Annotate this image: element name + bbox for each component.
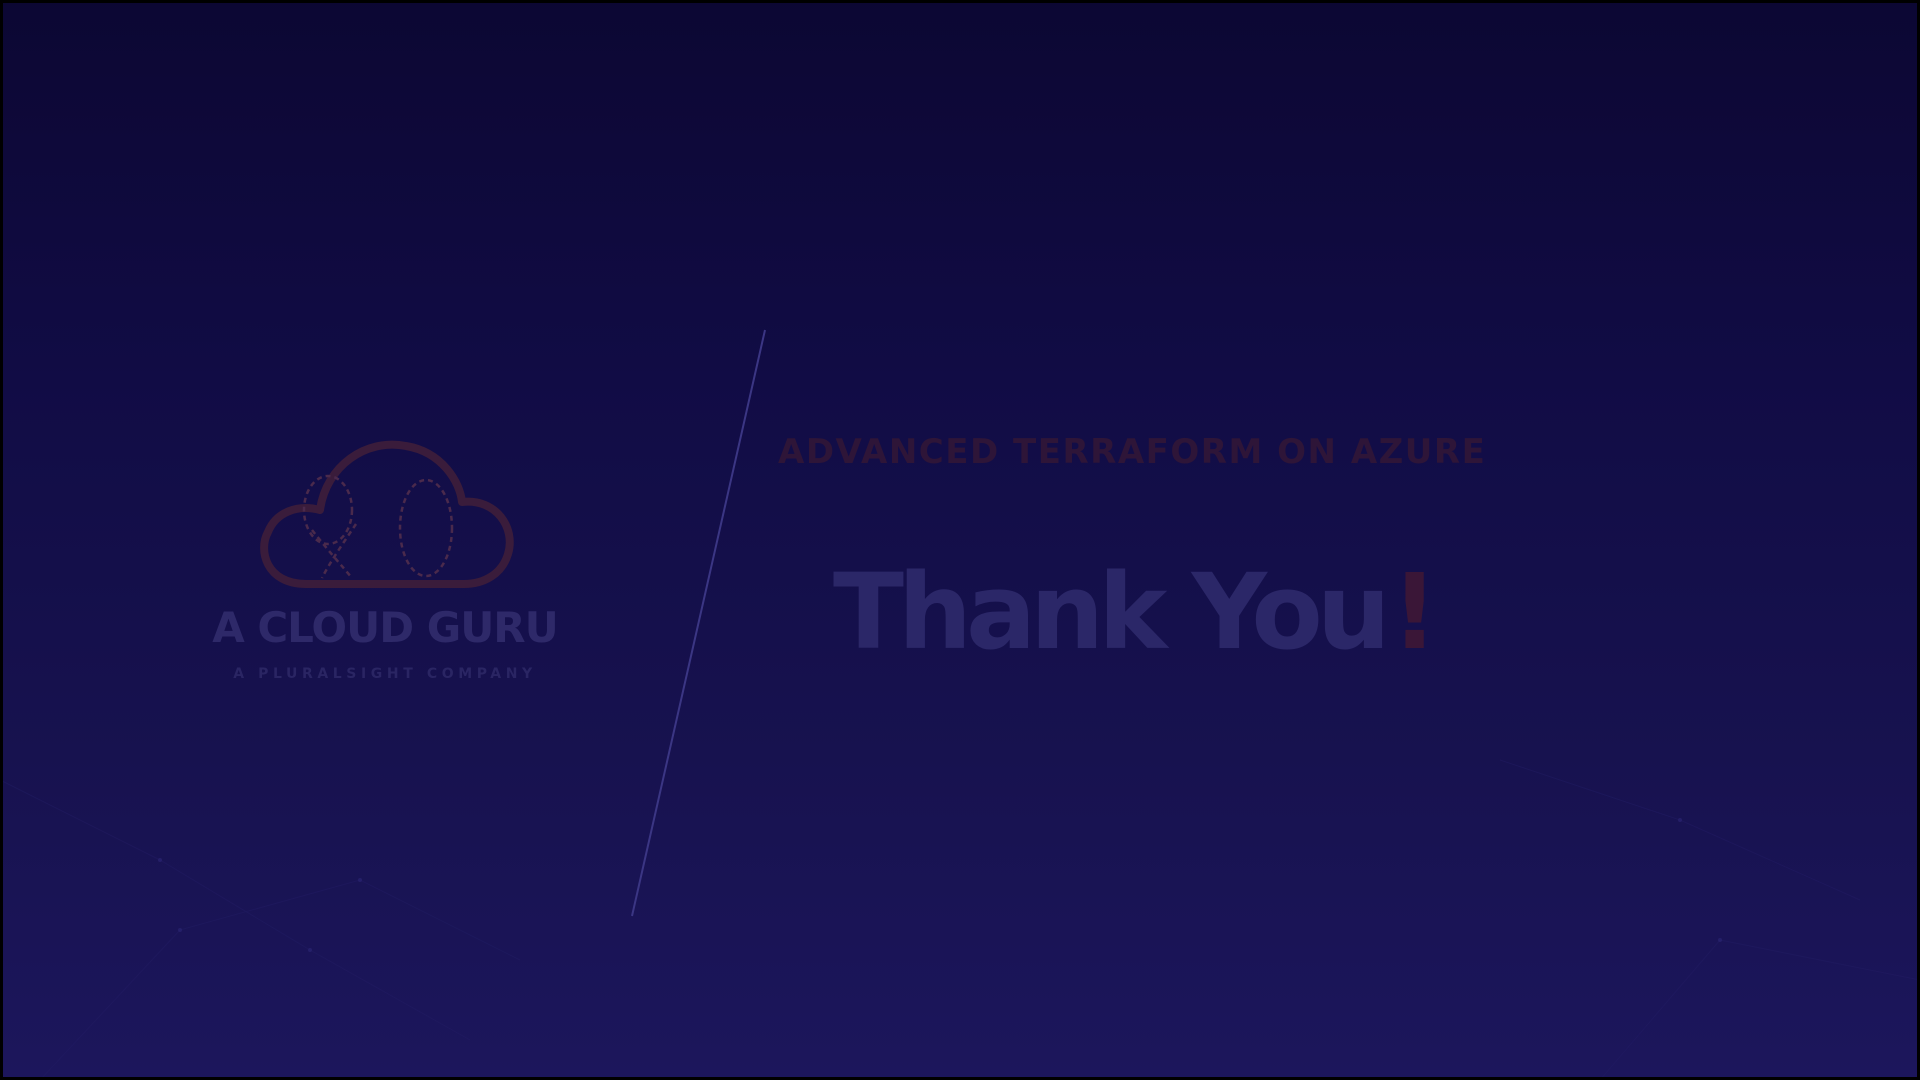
cloud-logo-icon [260,440,514,588]
thank-you-text: Thank You [833,551,1391,673]
a-cloud-guru-logo: A CLOUD GURU A PLURALSIGHT COMPANY [200,428,570,688]
thank-you-heading: Thank You! [833,560,1438,664]
logo-wordmark: A CLOUD GURU [212,603,559,652]
diagonal-divider [631,329,766,917]
course-title: ADVANCED TERRAFORM ON AZURE [778,432,1487,472]
logo-tagline: A PLURALSIGHT COMPANY [233,666,537,682]
thank-you-slide: A CLOUD GURU A PLURALSIGHT COMPANY ADVAN… [0,0,1920,1080]
exclamation-mark: ! [1390,551,1439,673]
